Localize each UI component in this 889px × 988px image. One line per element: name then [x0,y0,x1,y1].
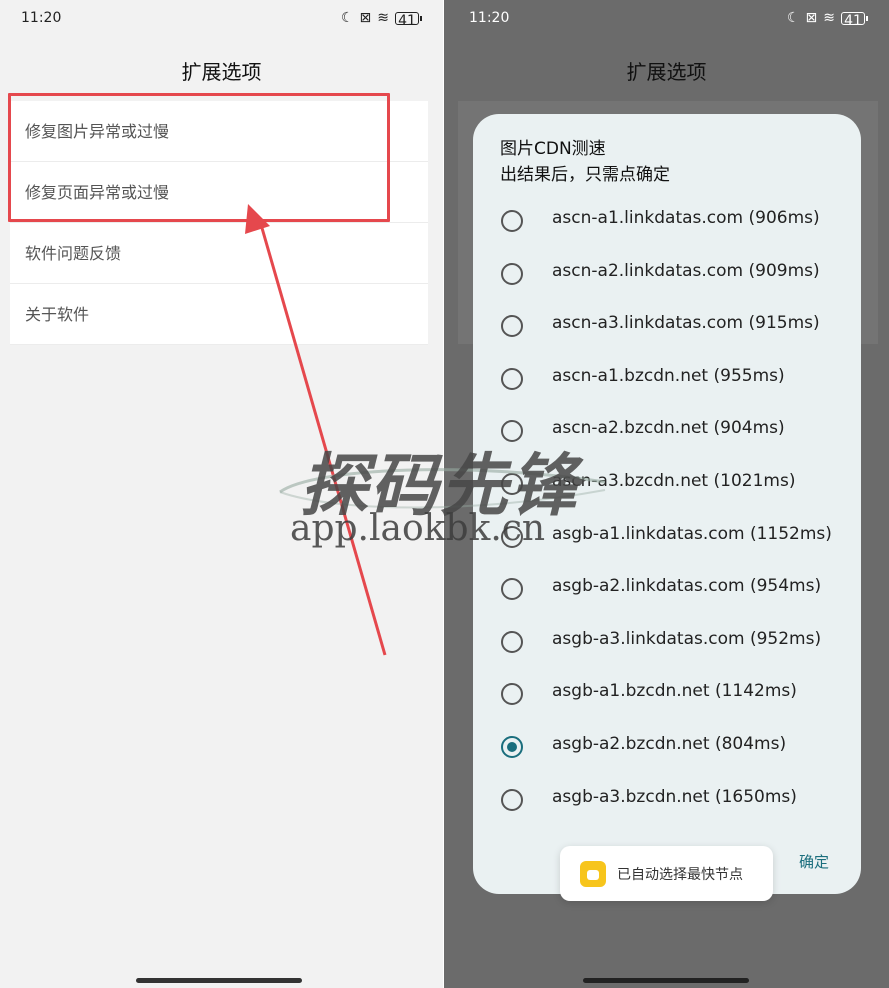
watermark-url: app.laokbk.cn [290,508,546,549]
